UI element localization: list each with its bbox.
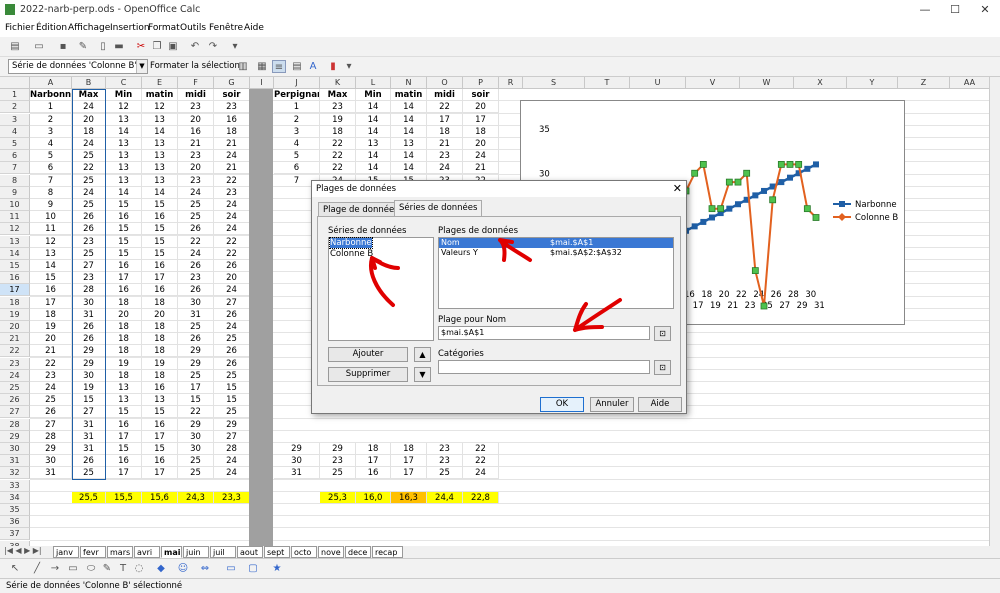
sheet-tab-mars[interactable]: mars bbox=[107, 546, 133, 558]
arrow-line-icon[interactable]: → bbox=[48, 562, 62, 575]
sheet-nav-icon[interactable]: |◀ ◀ ▶ ▶| bbox=[4, 546, 42, 555]
sheet-tab-janv[interactable]: janv bbox=[53, 546, 79, 558]
basic-shapes-icon[interactable]: ◆ bbox=[154, 562, 168, 575]
sheet-tab-nove[interactable]: nove bbox=[318, 546, 344, 558]
sheet-tab-juil[interactable]: juil bbox=[210, 546, 236, 558]
sheet-tab-mai[interactable]: mai bbox=[161, 546, 182, 558]
rectangle-icon[interactable]: ▭ bbox=[66, 562, 80, 575]
stars-icon[interactable]: ★ bbox=[270, 562, 284, 575]
sheet-tab-fevr[interactable]: fevr bbox=[80, 546, 106, 558]
text-icon[interactable]: T bbox=[116, 562, 130, 575]
line-icon[interactable]: ╱ bbox=[30, 562, 44, 575]
freeform-icon[interactable]: ✎ bbox=[100, 562, 114, 575]
status-bar: Série de données 'Colonne B' sélectionné bbox=[0, 578, 1000, 593]
sheet-tabs-bar: |◀ ◀ ▶ ▶| janv fevr mars avri mai juin juil aou… bbox=[0, 546, 1000, 558]
ellipse-icon[interactable]: ⬭ bbox=[84, 562, 98, 575]
callouts-icon[interactable]: ▢ bbox=[246, 562, 260, 575]
sheet-tab-dece[interactable]: dece bbox=[345, 546, 371, 558]
sheet-tab-avri[interactable]: avri bbox=[134, 546, 160, 558]
sheet-tab-sept[interactable]: sept bbox=[264, 546, 290, 558]
flowchart-icon[interactable]: ▭ bbox=[224, 562, 238, 575]
red-arrow-ranges bbox=[498, 238, 532, 262]
symbol-shapes-icon[interactable]: ☺ bbox=[176, 562, 190, 575]
sheet-tab-recap[interactable]: recap bbox=[372, 546, 403, 558]
callout-icon[interactable]: ◌ bbox=[132, 562, 146, 575]
sheet-tab-octo[interactable]: octo bbox=[291, 546, 317, 558]
block-arrows-icon[interactable]: ⇔ bbox=[198, 562, 212, 575]
sheet-tab-aout[interactable]: aout bbox=[237, 546, 263, 558]
annotation-arrows bbox=[369, 238, 622, 332]
red-arrow-name-range bbox=[573, 298, 622, 332]
sheet-tab-juin[interactable]: juin bbox=[183, 546, 209, 558]
select-arrow-icon[interactable]: ↖ bbox=[8, 562, 22, 575]
drawing-toolbar: ↖ ╱ → ▭ ⬭ ✎ T ◌ ◆ ☺ ⇔ ▭ ▢ ★ bbox=[0, 558, 1000, 578]
red-arrow-head bbox=[370, 256, 382, 270]
